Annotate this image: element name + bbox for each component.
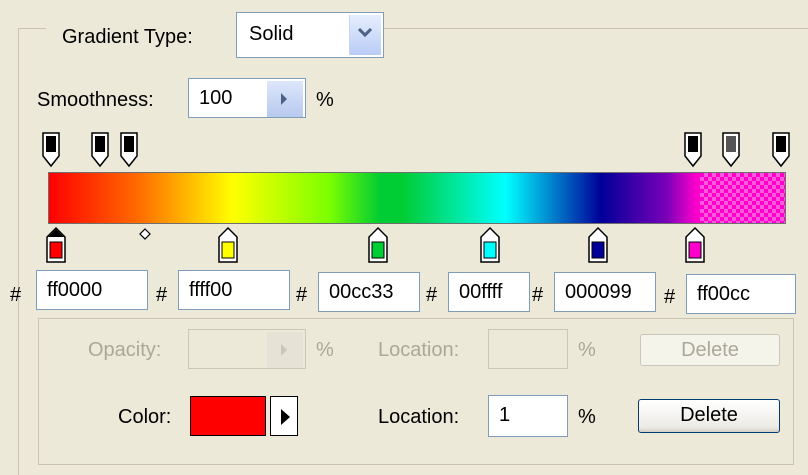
opacity-slider-arrow[interactable] [267, 332, 303, 368]
gradient-type-select[interactable]: Solid [236, 12, 384, 58]
color-stop[interactable] [685, 226, 705, 263]
opacity-stop[interactable] [91, 132, 109, 168]
hash-label: # [426, 284, 438, 306]
hash-label: # [10, 284, 22, 306]
hex-input[interactable]: 000099 [554, 272, 656, 312]
chevron-down-icon[interactable] [349, 15, 381, 55]
opacity-stop[interactable] [772, 132, 790, 168]
smoothness-label: Smoothness: [37, 89, 154, 111]
smoothness-slider-arrow[interactable] [267, 81, 303, 117]
color-menu-button[interactable] [270, 396, 298, 436]
hash-label: # [664, 286, 676, 308]
smoothness-value: 100 [199, 87, 233, 109]
opacity-location-unit: % [578, 339, 596, 361]
opacity-input[interactable] [188, 329, 306, 369]
color-stop[interactable] [588, 226, 608, 263]
opacity-stop[interactable] [722, 132, 740, 168]
color-stops [46, 226, 705, 263]
opacity-stop[interactable] [684, 132, 702, 168]
opacity-unit: % [316, 339, 334, 361]
opacity-location-input[interactable] [488, 329, 568, 369]
opacity-delete-button[interactable]: Delete [640, 334, 780, 366]
smoothness-input[interactable]: 100 [188, 78, 306, 118]
color-location-unit: % [578, 406, 596, 428]
color-delete-button[interactable]: Delete [638, 399, 780, 433]
gradient-preview-bar[interactable] [48, 172, 786, 224]
groupbox-border [18, 28, 46, 29]
hash-label: # [296, 284, 308, 306]
arrow-right-icon [281, 409, 290, 425]
hex-input[interactable]: ffff00 [178, 270, 290, 310]
color-location-label: Location: [378, 406, 460, 428]
opacity-stop[interactable] [42, 132, 60, 168]
hex-input[interactable]: 00ffff [448, 272, 530, 312]
opacity-location-label: Location: [378, 339, 460, 361]
groupbox-border [384, 28, 808, 29]
color-swatch[interactable] [190, 396, 266, 436]
gradient-type-value: Solid [249, 23, 294, 45]
color-stop[interactable] [218, 226, 238, 263]
hash-label: # [532, 284, 544, 306]
transparency-checkerboard [700, 173, 785, 223]
gradient-type-label: Gradient Type: [62, 26, 193, 48]
hex-input[interactable]: 00cc33 [318, 272, 420, 312]
color-stop-selected[interactable] [46, 226, 66, 263]
opacity-stops [42, 132, 790, 168]
color-location-input[interactable]: 1 [488, 395, 568, 437]
midpoint-diamond-icon[interactable] [139, 228, 151, 240]
color-stop[interactable] [368, 226, 388, 263]
opacity-stop[interactable] [120, 132, 138, 168]
hash-label: # [156, 284, 168, 306]
color-stop[interactable] [480, 226, 500, 263]
hex-input[interactable]: ff00cc [686, 274, 796, 314]
opacity-label: Opacity: [88, 339, 162, 361]
hex-input[interactable]: ff0000 [36, 270, 148, 310]
smoothness-unit: % [316, 89, 334, 111]
color-label: Color: [118, 406, 172, 428]
